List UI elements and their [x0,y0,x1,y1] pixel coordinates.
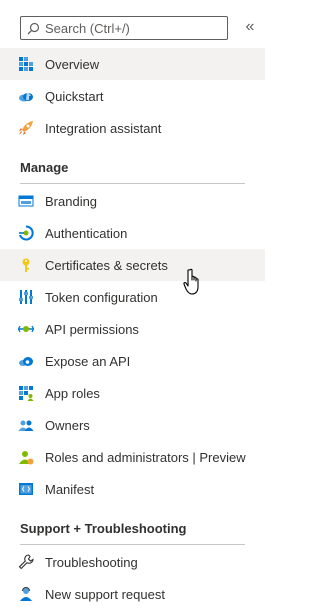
api-permissions-icon [18,321,34,337]
sidebar-item-integration-assistant[interactable]: Integration assistant [0,112,265,144]
section-divider [20,183,245,184]
manifest-icon [18,481,34,497]
sidebar-item-new-support-request[interactable]: New support request [0,578,265,610]
sidebar-item-troubleshooting[interactable]: Troubleshooting [0,546,265,578]
sidebar-item-authentication[interactable]: Authentication [0,217,265,249]
key-icon [18,257,34,273]
hand-pointer-cursor-icon [183,268,199,295]
roles-admin-icon [18,449,34,465]
sidebar-item-label: API permissions [45,321,139,337]
overview-grid-icon [18,56,34,72]
sidebar-item-label: Branding [45,193,98,209]
sidebar-item-token-configuration[interactable]: Token configuration [0,281,265,313]
support-person-icon [18,586,34,602]
sidebar-item-label: Token configuration [45,289,158,305]
sidebar-item-label: Owners [45,417,90,433]
owners-people-icon [18,417,34,433]
sidebar-item-label: Expose an API [45,353,131,369]
sidebar-item-label: App roles [45,385,100,401]
rocket-icon [18,120,34,136]
sidebar-item-quickstart[interactable]: Quickstart [0,80,265,112]
sidebar-item-expose-an-api[interactable]: Expose an API [0,345,265,377]
section-header-support: Support + Troubleshooting [20,521,187,536]
sidebar-item-label: Certificates & secrets [45,257,168,273]
sidebar-item-label: Roles and administrators | Preview [45,449,246,465]
sidebar-item-manifest[interactable]: Manifest [0,473,265,505]
sidebar-item-overview[interactable]: Overview [0,48,265,80]
wrench-icon [18,554,34,570]
section-divider [20,544,245,545]
sidebar-item-label: Manifest [45,481,95,497]
branding-icon [18,193,34,209]
sidebar-item-label: Overview [45,56,100,72]
sidebar-item-label: Quickstart [45,88,104,104]
app-roles-grid-icon [18,385,34,401]
sidebar-item-certificates-secrets[interactable]: Certificates & secrets [0,249,265,281]
search-input[interactable] [40,18,227,38]
token-sliders-icon [18,289,34,305]
sidebar-item-label: Integration assistant [45,120,162,136]
search-icon [27,22,40,34]
sidebar-item-branding[interactable]: Branding [0,185,265,217]
sidebar-item-label: New support request [45,586,165,602]
authentication-icon [18,225,34,241]
sidebar-item-label: Troubleshooting [45,554,138,570]
section-header-manage: Manage [20,160,69,175]
search-box[interactable] [20,16,228,40]
sidebar-item-roles-administrators[interactable]: Roles and administrators | Preview [0,441,265,473]
sidebar-item-label: Authentication [45,225,128,241]
sidebar-item-owners[interactable]: Owners [0,409,265,441]
sidebar-item-api-permissions[interactable]: API permissions [0,313,265,345]
quickstart-cloud-icon [18,88,34,104]
collapse-menu-button[interactable]: « [242,17,258,39]
cloud-icon [18,353,34,369]
sidebar-item-app-roles[interactable]: App roles [0,377,265,409]
